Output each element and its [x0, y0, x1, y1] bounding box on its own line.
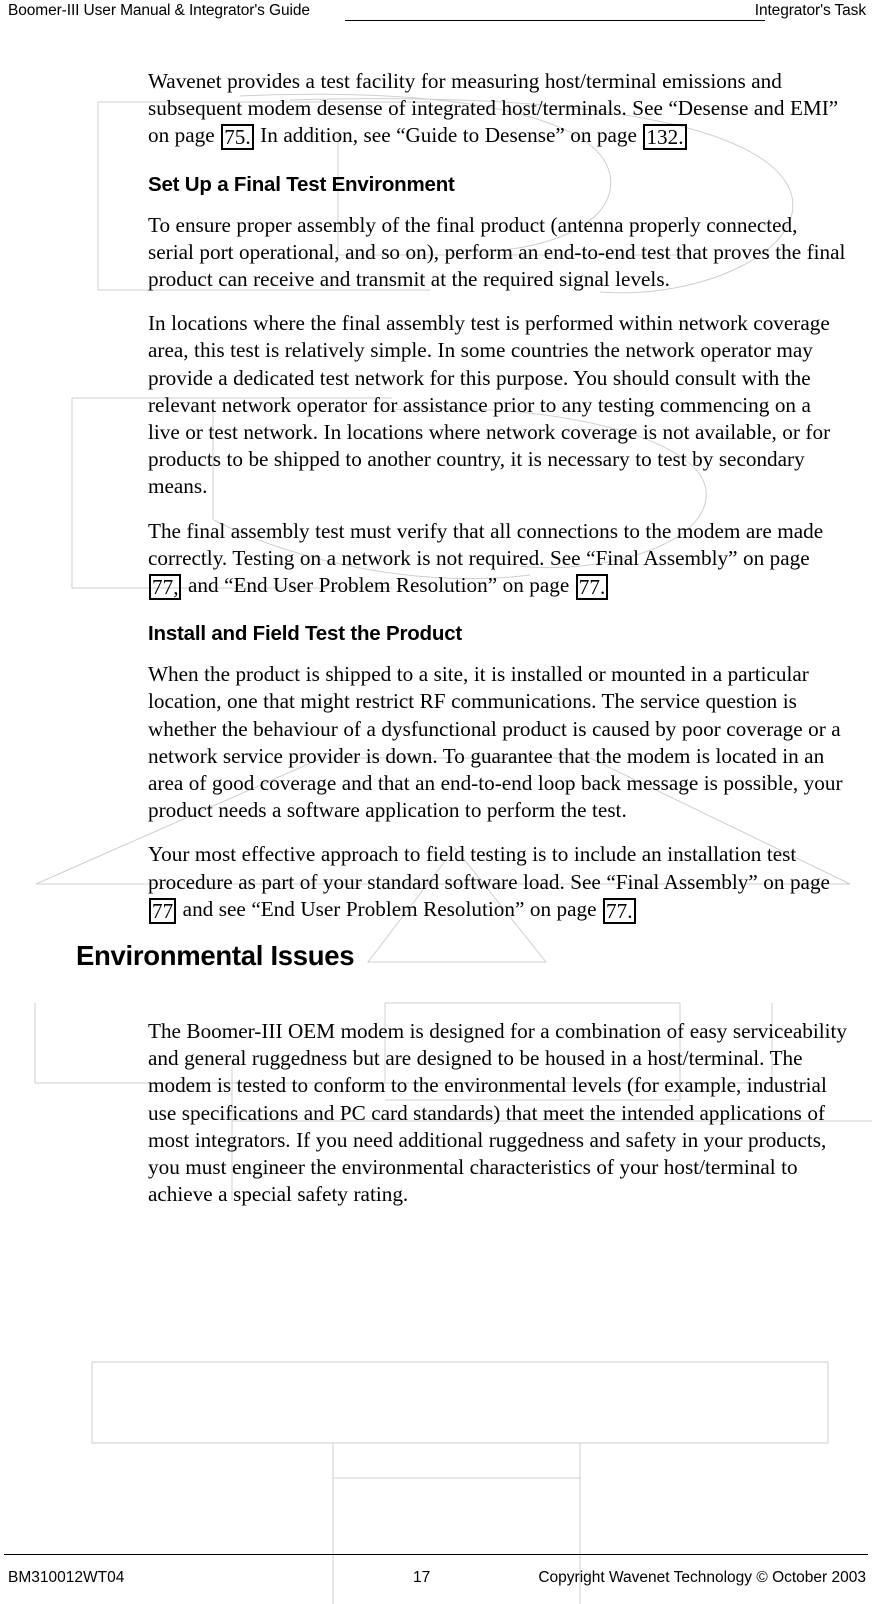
cross-reference-page-77-c[interactable]: 77 [149, 897, 177, 924]
document-body: Wavenet provides a test facility for mea… [76, 68, 848, 1226]
cross-reference-page-75[interactable]: 75. [221, 124, 254, 151]
cross-reference-page-77-d[interactable]: 77. [603, 897, 636, 924]
paragraph-text: Your most effective approach to field te… [148, 842, 830, 894]
paragraph-text: and see “End User Problem Resolution” on… [177, 896, 603, 921]
paragraph-text: The final assembly test must verify that… [148, 518, 824, 570]
document-page: Boomer-III User Manual & Integrator's Gu… [0, 0, 872, 1604]
header-title-left: Boomer-III User Manual & Integrator's Gu… [8, 2, 310, 19]
paragraph-wavenet-test-facility: Wavenet provides a test facility for mea… [148, 68, 848, 151]
page-footer: BM310012WT04 17 Copyright Wavenet Techno… [0, 1544, 872, 1604]
footer-document-code: BM310012WT04 [8, 1569, 125, 1586]
cross-reference-page-77-a[interactable]: 77, [149, 574, 182, 601]
heading-install-and-field-test-the-product: Install and Field Test the Product [148, 622, 463, 646]
heading-set-up-final-test-environment: Set Up a Final Test Environment [148, 172, 455, 196]
paragraph-network-coverage-area: In locations where the final assembly te… [148, 311, 831, 499]
footer-rule-divider [4, 1554, 868, 1555]
heading1-block: Environmental Issues [76, 940, 848, 1018]
footer-page-number: 17 [413, 1569, 431, 1586]
paragraph-ensure-proper-assembly: To ensure proper assembly of the final p… [148, 212, 846, 292]
page-header: Boomer-III User Manual & Integrator's Gu… [0, 0, 872, 28]
header-rule-divider [345, 20, 765, 21]
paragraph-text: In addition, see “Guide to Desense” on p… [254, 123, 643, 148]
paragraph-product-shipped-to-site: When the product is shipped to a site, i… [148, 662, 843, 823]
cross-reference-page-77-b[interactable]: 77. [575, 574, 609, 601]
header-title-right: Integrator's Task [754, 2, 866, 19]
cross-reference-page-132[interactable]: 132. [643, 124, 687, 151]
footer-copyright: Copyright Wavenet Technology © October 2… [538, 1569, 866, 1586]
paragraph-text: and “End User Problem Resolution” on pag… [182, 573, 575, 598]
paragraph-field-testing-approach: Your most effective approach to field te… [148, 841, 848, 924]
heading-environmental-issues: Environmental Issues [76, 940, 355, 972]
paragraph-boomer-iii-oem-modem: The Boomer-III OEM modem is designed for… [148, 1019, 847, 1207]
paragraph-final-assembly-verify: The final assembly test must verify that… [148, 518, 848, 601]
